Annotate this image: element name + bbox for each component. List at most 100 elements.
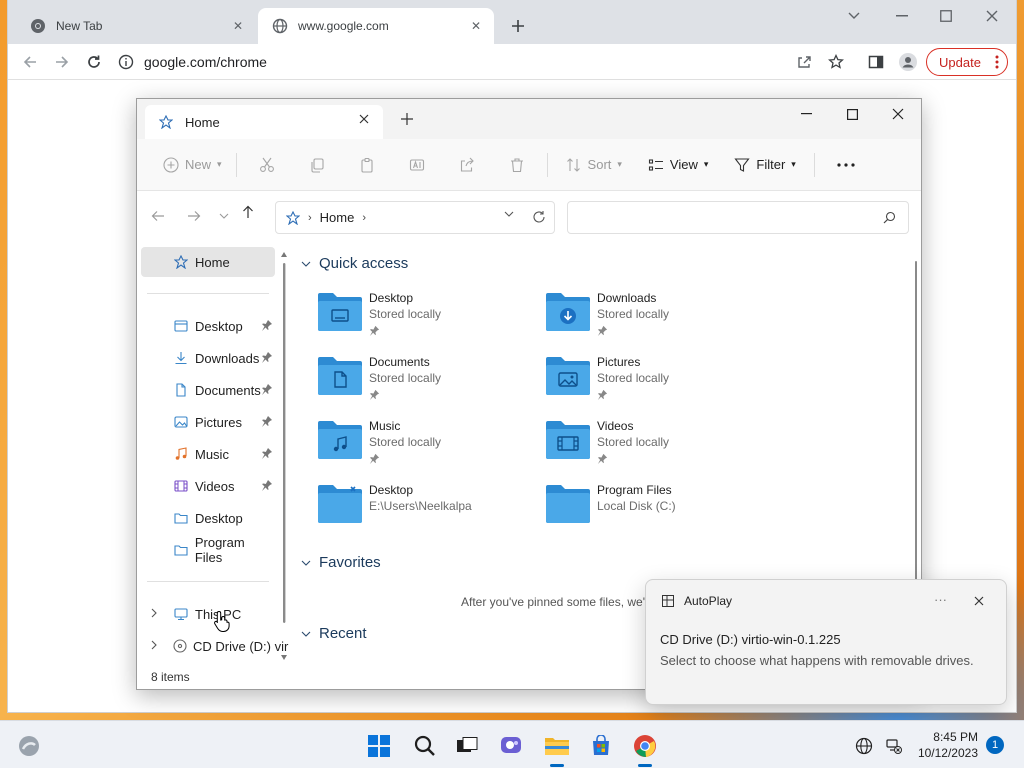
item-location: Stored locally — [369, 307, 442, 321]
section-recent[interactable]: Recent — [301, 625, 367, 642]
sidebar-item-desktop-2[interactable]: Desktop — [141, 503, 275, 533]
delete-button[interactable] — [503, 149, 531, 181]
widgets-icon[interactable] — [12, 729, 46, 763]
item-name: Desktop — [369, 483, 414, 497]
sidebar-item-home[interactable]: Home — [141, 247, 275, 277]
sidebar-scrollbar[interactable] — [281, 249, 287, 663]
language-globe-icon[interactable] — [852, 729, 876, 763]
pin-icon — [261, 351, 273, 363]
chevron-down-icon: ▾ — [703, 159, 709, 169]
notification-badge[interactable]: 1 — [986, 736, 1004, 754]
reload-icon[interactable] — [80, 48, 108, 76]
rename-button[interactable] — [403, 149, 431, 181]
sidebar-item-this-pc[interactable]: This PC — [141, 599, 275, 629]
breadcrumb-home[interactable]: Home — [320, 210, 355, 225]
section-quick-access[interactable]: Quick access — [301, 255, 408, 272]
explorer-maximize-button[interactable] — [829, 99, 875, 129]
cut-button[interactable] — [253, 149, 281, 181]
autoplay-notification[interactable]: AutoPlay ··· CD Drive (D:) virtio-win-0.… — [645, 579, 1007, 705]
share-icon[interactable] — [790, 48, 818, 76]
update-button[interactable]: Update — [926, 48, 1008, 76]
sidebar-item-videos[interactable]: Videos — [141, 471, 275, 501]
chrome-taskbar-icon[interactable] — [628, 729, 662, 767]
address-bar[interactable]: google.com/chrome — [118, 47, 798, 77]
chat-icon[interactable] — [494, 729, 528, 763]
chevron-right-icon[interactable]: › — [362, 212, 366, 224]
bookmark-star-icon[interactable] — [822, 48, 850, 76]
sidebar-item-cd-drive[interactable]: CD Drive (D:) vir — [141, 631, 288, 661]
sidebar-item-pictures[interactable]: Pictures — [141, 407, 275, 437]
sidebar-item-documents[interactable]: Documents — [141, 375, 275, 405]
trash-icon — [509, 157, 525, 173]
folder-icon — [173, 542, 189, 558]
close-icon[interactable]: ✕ — [230, 18, 246, 34]
up-icon[interactable] — [231, 195, 265, 229]
store-icon[interactable] — [584, 729, 618, 763]
new-tab-button[interactable] — [506, 14, 530, 38]
sidebar-item-program-files[interactable]: Program Files — [141, 535, 275, 565]
quick-access-item[interactable]: Desktop E:\Users\Neelkalpa — [317, 481, 537, 537]
more-options-button[interactable] — [831, 149, 861, 181]
network-offline-icon[interactable] — [882, 729, 906, 763]
sidebar-item-desktop[interactable]: Desktop — [141, 311, 275, 341]
task-view-icon[interactable] — [450, 729, 484, 763]
filter-button[interactable]: Filter ▾ — [728, 149, 801, 181]
explorer-tab-home[interactable]: Home — [145, 105, 383, 139]
minimize-button[interactable] — [880, 4, 924, 28]
item-location: Stored locally — [597, 371, 670, 385]
sort-label: Sort — [587, 157, 612, 172]
forward-icon[interactable] — [48, 48, 76, 76]
sort-button[interactable]: Sort ▾ — [560, 149, 628, 181]
content-scrollbar[interactable] — [913, 261, 919, 581]
back-icon[interactable] — [141, 199, 175, 233]
quick-access-item[interactable]: Desktop Stored locally — [317, 289, 537, 345]
new-button[interactable]: New ▾ — [157, 149, 228, 181]
sidebar-item-music[interactable]: Music — [141, 439, 275, 469]
sidebar-item-downloads[interactable]: Downloads — [141, 343, 275, 373]
share-button[interactable] — [453, 149, 481, 181]
explorer-address-bar[interactable]: › Home › — [275, 201, 555, 234]
folder-icon — [173, 510, 189, 526]
quick-access-item[interactable]: Videos Stored locally — [545, 417, 765, 473]
chevron-down-icon[interactable] — [504, 211, 514, 217]
quick-access-item[interactable]: Documents Stored locally — [317, 353, 537, 409]
copy-button[interactable] — [303, 149, 331, 181]
close-icon[interactable] — [974, 596, 984, 606]
forward-icon[interactable] — [177, 199, 211, 233]
side-panel-icon[interactable] — [862, 48, 890, 76]
tab-search-icon[interactable] — [832, 4, 876, 28]
explorer-minimize-button[interactable] — [783, 99, 829, 129]
chrome-tab-newtab[interactable]: New Tab ✕ — [16, 8, 256, 44]
section-favorites[interactable]: Favorites — [301, 554, 381, 571]
more-vert-icon[interactable] — [995, 55, 999, 69]
explorer-close-button[interactable] — [875, 99, 921, 129]
sidebar-item-label: Desktop — [195, 510, 243, 526]
more-horiz-icon[interactable]: ··· — [934, 592, 947, 607]
profile-avatar-icon[interactable] — [894, 48, 922, 76]
home-star-icon — [286, 210, 300, 225]
info-icon[interactable] — [118, 54, 134, 70]
refresh-icon[interactable] — [532, 210, 546, 224]
quick-access-item[interactable]: Music Stored locally — [317, 417, 537, 473]
chrome-tab-google[interactable]: www.google.com ✕ — [258, 8, 494, 44]
file-explorer-taskbar-icon[interactable] — [540, 729, 574, 767]
quick-access-item[interactable]: Pictures Stored locally — [545, 353, 765, 409]
new-label: New — [185, 157, 212, 172]
maximize-button[interactable] — [924, 4, 968, 28]
close-icon[interactable] — [359, 114, 369, 124]
quick-access-item[interactable]: Downloads Stored locally — [545, 289, 765, 345]
close-window-button[interactable] — [970, 4, 1014, 28]
chevron-right-icon[interactable] — [151, 608, 157, 618]
back-icon[interactable] — [16, 48, 44, 76]
start-button[interactable] — [362, 729, 396, 763]
chevron-right-icon[interactable] — [151, 640, 157, 650]
explorer-new-tab-button[interactable] — [401, 113, 413, 125]
view-button[interactable]: View ▾ — [642, 149, 714, 181]
close-icon[interactable]: ✕ — [468, 18, 484, 34]
view-label: View — [669, 157, 698, 172]
paste-button[interactable] — [353, 149, 381, 181]
quick-access-item[interactable]: Program Files Local Disk (C:) — [545, 481, 765, 537]
explorer-search-input[interactable] — [567, 201, 909, 234]
search-icon[interactable] — [408, 729, 442, 763]
taskbar-clock[interactable]: 8:45 PM 10/12/2023 — [918, 729, 978, 761]
